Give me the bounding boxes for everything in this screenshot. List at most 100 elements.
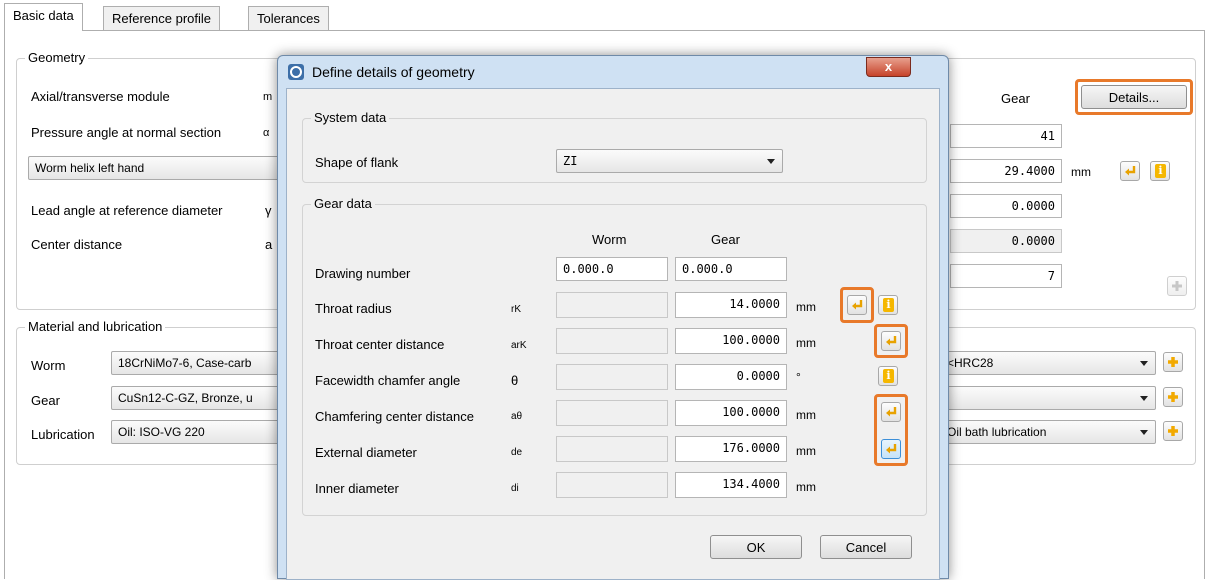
- worm-helix-value: Worm helix left hand: [35, 161, 145, 175]
- gear-value-info-button[interactable]: i: [1150, 161, 1170, 181]
- gear-material-value: CuSn12-C-GZ, Bronze, u: [118, 391, 253, 405]
- pressure-angle-symbol: α: [263, 127, 270, 139]
- dropdown-arrow-icon: [1140, 430, 1148, 435]
- tab-reference-profile[interactable]: Reference profile: [103, 6, 220, 30]
- throat-radius-highlight: [840, 287, 874, 323]
- lubrication-add-button[interactable]: [1163, 421, 1183, 441]
- geometry-legend: Geometry: [25, 50, 89, 65]
- center-distance-label: Center distance: [31, 237, 123, 252]
- gear-data-group: Gear data: [302, 196, 927, 516]
- throat-radius-gear-field[interactable]: 14.0000: [675, 292, 787, 318]
- plus-icon: [1168, 426, 1178, 436]
- pressure-angle-label: Pressure angle at normal section: [31, 125, 222, 140]
- external-diameter-worm-field: [556, 436, 668, 462]
- gear-material-right-select[interactable]: [940, 386, 1156, 410]
- throat-radius-label: Throat radius: [315, 301, 392, 316]
- gear-data-legend: Gear data: [311, 196, 375, 211]
- module-symbol: m: [263, 91, 273, 103]
- dropdown-arrow-icon: [767, 159, 775, 164]
- throat-center-distance-worm-field: [556, 328, 668, 354]
- facewidth-chamfer-angle-gear-field[interactable]: 0.0000: [675, 364, 787, 390]
- info-icon: i: [1155, 164, 1166, 178]
- diameter-enter-highlight: [874, 394, 908, 466]
- lead-angle-symbol: γ: [265, 203, 272, 218]
- chamfering-center-distance-label: Chamfering center distance: [315, 409, 474, 424]
- gear-hardness-select[interactable]: <HRC28: [940, 351, 1156, 375]
- facewidth-chamfer-angle-label: Facewidth chamfer angle: [315, 373, 461, 388]
- tab-tolerances[interactable]: Tolerances: [248, 6, 329, 30]
- worm-material-value: 18CrNiMo7-6, Case-carb: [118, 356, 252, 370]
- gear-value-field[interactable]: 29.4000: [950, 159, 1062, 183]
- geometry-details-dialog: Define details of geometry x System data…: [277, 55, 949, 580]
- enter-arrow-icon: [1125, 166, 1136, 176]
- app-icon: [288, 64, 304, 80]
- gear-column-header-dialog: Gear: [711, 232, 740, 247]
- lubrication-select[interactable]: Oil: ISO-VG 220: [111, 420, 286, 444]
- chamfering-center-distance-worm-field: [556, 400, 668, 426]
- facewidth-chamfer-angle-info-button[interactable]: i: [878, 366, 898, 386]
- inner-diameter-unit: mm: [796, 480, 816, 494]
- chamfering-center-distance-symbol: aθ: [511, 411, 523, 422]
- facewidth-chamfer-angle-symbol: θ: [511, 373, 519, 388]
- plus-icon: [1172, 281, 1182, 291]
- dropdown-arrow-icon: [1140, 361, 1148, 366]
- gear-value-enter-button[interactable]: [1120, 161, 1140, 181]
- external-diameter-unit: mm: [796, 444, 816, 458]
- plus-icon: [1168, 357, 1178, 367]
- gear-material-label: Gear: [31, 393, 60, 408]
- throat-center-distance-gear-field[interactable]: 100.0000: [675, 328, 787, 354]
- ok-button[interactable]: OK: [710, 535, 802, 559]
- quality-plus-button[interactable]: [1167, 276, 1187, 296]
- throat-center-distance-symbol: arK: [511, 340, 527, 351]
- info-icon: i: [883, 298, 894, 312]
- chamfering-center-distance-unit: mm: [796, 408, 816, 422]
- shape-of-flank-value: ZI: [563, 154, 578, 168]
- throat-radius-symbol: rK: [511, 304, 521, 315]
- details-highlight: [1075, 79, 1193, 115]
- tab-basic-data[interactable]: Basic data: [4, 3, 83, 31]
- worm-helix-select[interactable]: Worm helix left hand: [28, 156, 283, 180]
- gear-material-add-button[interactable]: [1163, 387, 1183, 407]
- chamfering-center-distance-gear-field[interactable]: 100.0000: [675, 400, 787, 426]
- quality-field[interactable]: 7: [950, 264, 1062, 288]
- throat-center-distance-label: Throat center distance: [315, 337, 445, 352]
- inner-diameter-gear-field[interactable]: 134.4000: [675, 472, 787, 498]
- gear-teeth-field[interactable]: 41: [950, 124, 1062, 148]
- lubrication-label: Lubrication: [31, 427, 95, 442]
- center-distance-field: 0.0000: [950, 229, 1062, 253]
- external-diameter-label: External diameter: [315, 445, 417, 460]
- plus-icon: [1168, 392, 1178, 402]
- shape-of-flank-select[interactable]: ZI: [556, 149, 783, 173]
- drawing-number-gear-field[interactable]: 0.000.0: [675, 257, 787, 281]
- facewidth-chamfer-angle-worm-field: [556, 364, 668, 390]
- system-data-legend: System data: [311, 110, 390, 125]
- shape-of-flank-label: Shape of flank: [315, 155, 399, 170]
- external-diameter-symbol: de: [511, 447, 523, 458]
- drawing-number-label: Drawing number: [315, 266, 411, 281]
- dropdown-arrow-icon: [1140, 396, 1148, 401]
- external-diameter-gear-field[interactable]: 176.0000: [675, 436, 787, 462]
- center-distance-symbol: a: [265, 237, 273, 252]
- throat-radius-info-button[interactable]: i: [878, 295, 898, 315]
- gear-hardness-value: <HRC28: [947, 356, 994, 370]
- throat-center-distance-unit: mm: [796, 336, 816, 350]
- dialog-title: Define details of geometry: [312, 64, 475, 80]
- lubrication-type-value: Oil bath lubrication: [947, 425, 1047, 439]
- throat-center-distance-highlight: [874, 324, 908, 358]
- throat-radius-worm-field: [556, 292, 668, 318]
- module-label: Axial/transverse module: [31, 89, 170, 104]
- gear-material-select[interactable]: CuSn12-C-GZ, Bronze, u: [111, 386, 286, 410]
- close-button[interactable]: x: [866, 57, 911, 77]
- lead-angle-field[interactable]: 0.0000: [950, 194, 1062, 218]
- drawing-number-worm-field[interactable]: 0.000.0: [556, 257, 668, 281]
- lubrication-type-select[interactable]: Oil bath lubrication: [940, 420, 1156, 444]
- inner-diameter-symbol: di: [511, 483, 519, 494]
- lubrication-value: Oil: ISO-VG 220: [118, 425, 205, 439]
- dialog-titlebar[interactable]: Define details of geometry x: [278, 56, 948, 86]
- info-icon: i: [883, 369, 894, 383]
- worm-material-select[interactable]: 18CrNiMo7-6, Case-carb: [111, 351, 286, 375]
- worm-material-add-button[interactable]: [1163, 352, 1183, 372]
- lead-angle-label: Lead angle at reference diameter: [31, 203, 223, 218]
- cancel-button[interactable]: Cancel: [820, 535, 912, 559]
- inner-diameter-label: Inner diameter: [315, 481, 399, 496]
